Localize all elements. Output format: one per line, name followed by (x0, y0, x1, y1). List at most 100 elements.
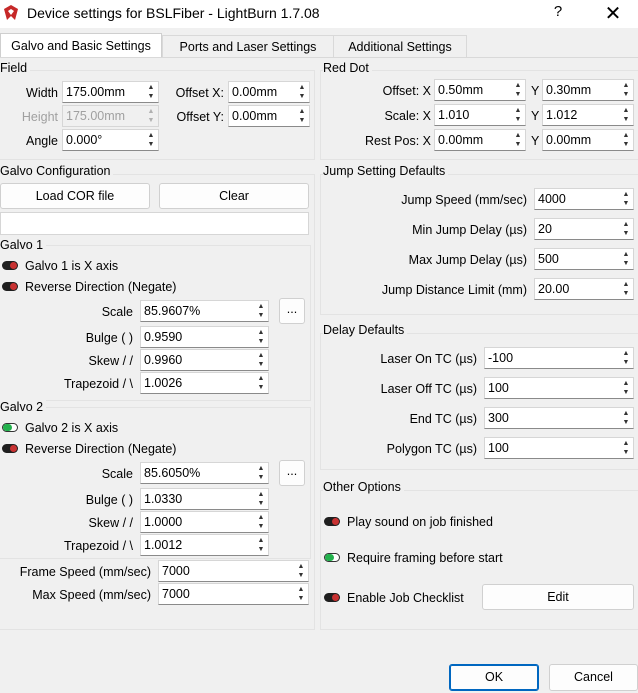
tab-ports-laser[interactable]: Ports and Laser Settings (162, 35, 334, 58)
rd-rest-label: Rest Pos: X (365, 134, 431, 148)
laser-off-tc-spinbox[interactable]: 100 ▲ ▼ (484, 377, 634, 399)
end-tc-spinbox[interactable]: 300 ▲ ▼ (484, 407, 634, 429)
spin-arrows-icon[interactable]: ▲ ▼ (255, 351, 267, 369)
delay-title: Delay Defaults (323, 323, 408, 337)
galvo2-trapezoid-spinbox[interactable]: 1.0012 ▲ ▼ (140, 534, 269, 556)
spin-arrows-icon[interactable]: ▲ ▼ (296, 83, 308, 101)
height-value: 175.00mm (66, 109, 126, 123)
spin-arrows-icon[interactable]: ▲ ▼ (620, 349, 632, 367)
spin-arrows-icon[interactable]: ▲ ▼ (145, 131, 157, 149)
spin-arrows-icon[interactable]: ▲ ▼ (620, 379, 632, 397)
tab-galvo-basic[interactable]: Galvo and Basic Settings (0, 33, 162, 58)
galvo2-bulge-label: Bulge ( ) (85, 493, 133, 507)
spin-arrows-icon[interactable]: ▲ ▼ (255, 464, 267, 482)
spin-arrows-icon[interactable]: ▲ ▼ (620, 409, 632, 427)
galvo2-reverse-toggle[interactable] (2, 444, 18, 453)
spin-arrows-icon[interactable]: ▲ ▼ (620, 220, 632, 238)
max-speed-label: Max Speed (mm/sec) (32, 588, 151, 602)
frame-speed-label: Frame Speed (mm/sec) (19, 565, 151, 579)
spin-arrows-icon[interactable]: ▲ ▼ (620, 250, 632, 268)
frame-speed-spinbox[interactable]: 7000 ▲ ▼ (158, 560, 309, 582)
cor-file-path-field[interactable] (0, 212, 309, 235)
rd-offset-x-spinbox[interactable]: 0.50mm ▲ ▼ (434, 79, 526, 101)
spin-arrows-icon[interactable]: ▲ ▼ (295, 562, 307, 580)
jump-speed-value: 4000 (538, 192, 566, 206)
other-options-title: Other Options (323, 480, 404, 494)
spin-arrows-icon: ▲ ▼ (147, 108, 155, 124)
rd-rest-x-spinbox[interactable]: 0.00mm ▲ ▼ (434, 129, 526, 151)
angle-spinbox[interactable]: 0.000° ▲ ▼ (62, 129, 159, 151)
galvo1-skew-spinbox[interactable]: 0.9960 ▲ ▼ (140, 349, 269, 371)
polygon-tc-value: 100 (488, 441, 509, 455)
galvo1-trapezoid-spinbox[interactable]: 1.0026 ▲ ▼ (140, 372, 269, 394)
laser-on-tc-spinbox[interactable]: -100 ▲ ▼ (484, 347, 634, 369)
spin-arrows-icon[interactable]: ▲ ▼ (255, 374, 267, 392)
spin-arrows-icon[interactable]: ▲ ▼ (620, 280, 632, 298)
spin-arrows-icon[interactable]: ▲ ▼ (620, 106, 632, 124)
ok-button[interactable]: OK (449, 664, 539, 691)
spin-arrows-icon[interactable]: ▲ ▼ (620, 439, 632, 457)
galvo1-reverse-toggle[interactable] (2, 282, 18, 291)
galvo1-is-x-toggle[interactable] (2, 261, 18, 270)
polygon-tc-spinbox[interactable]: 100 ▲ ▼ (484, 437, 634, 459)
job-checklist-toggle[interactable] (324, 593, 340, 602)
max-jump-delay-label: Max Jump Delay (µs) (408, 253, 527, 267)
min-jump-delay-label: Min Jump Delay (µs) (412, 223, 527, 237)
offset-y-value: 0.00mm (232, 109, 278, 123)
require-framing-toggle[interactable] (324, 553, 340, 562)
galvo2-scale-more-button[interactable]: ... (279, 460, 305, 486)
spin-arrows-icon[interactable]: ▲ ▼ (512, 106, 524, 124)
spin-arrows-icon[interactable]: ▲ ▼ (145, 83, 157, 101)
require-framing-label: Require framing before start (347, 551, 503, 565)
width-spinbox[interactable]: 175.00mm ▲ ▼ (62, 81, 159, 103)
galvo1-scale-spinbox[interactable]: 85.9607% ▲ ▼ (140, 300, 269, 322)
rd-offset-y-value: 0.30mm (546, 83, 592, 97)
rd-rest-y-spinbox[interactable]: 0.00mm ▲ ▼ (542, 129, 634, 151)
rd-scale-y-spinbox[interactable]: 1.012 ▲ ▼ (542, 104, 634, 126)
close-button[interactable]: ✕ (602, 1, 624, 26)
tab-divider (0, 57, 638, 58)
spin-arrows-icon[interactable]: ▲ ▼ (296, 107, 308, 125)
spin-arrows-icon[interactable]: ▲ ▼ (255, 513, 267, 531)
help-button[interactable]: ? (548, 3, 568, 20)
window-title: Device settings for BSLFiber - LightBurn… (27, 5, 320, 21)
max-speed-spinbox[interactable]: 7000 ▲ ▼ (158, 583, 309, 605)
spin-arrows-icon[interactable]: ▲ ▼ (512, 81, 524, 99)
jump-speed-spinbox[interactable]: 4000 ▲ ▼ (534, 188, 634, 210)
width-value: 175.00mm (66, 85, 126, 99)
galvo1-bulge-value: 0.9590 (144, 330, 183, 344)
spin-arrows-icon[interactable]: ▲ ▼ (255, 536, 267, 554)
offset-x-spinbox[interactable]: 0.00mm ▲ ▼ (228, 81, 310, 103)
galvo2-title: Galvo 2 (0, 400, 47, 414)
spin-arrows-icon[interactable]: ▲ ▼ (620, 81, 632, 99)
offset-y-spinbox[interactable]: 0.00mm ▲ ▼ (228, 105, 310, 127)
galvo2-scale-spinbox[interactable]: 85.6050% ▲ ▼ (140, 462, 269, 484)
tab-additional[interactable]: Additional Settings (333, 35, 467, 58)
spin-arrows-icon[interactable]: ▲ ▼ (512, 131, 524, 149)
spin-arrows-icon[interactable]: ▲ ▼ (620, 190, 632, 208)
play-sound-toggle[interactable] (324, 517, 340, 526)
galvo2-bulge-value: 1.0330 (144, 492, 183, 506)
galvo2-bulge-spinbox[interactable]: 1.0330 ▲ ▼ (140, 488, 269, 510)
rd-offset-y-spinbox[interactable]: 0.30mm ▲ ▼ (542, 79, 634, 101)
galvo2-is-x-toggle[interactable] (2, 423, 18, 432)
clear-button[interactable]: Clear (159, 183, 309, 209)
galvo1-scale-more-button[interactable]: ... (279, 298, 305, 324)
edit-checklist-button[interactable]: Edit (482, 584, 634, 610)
min-jump-delay-spinbox[interactable]: 20 ▲ ▼ (534, 218, 634, 240)
load-cor-button[interactable]: Load COR file (0, 183, 150, 209)
jump-distance-limit-spinbox[interactable]: 20.00 ▲ ▼ (534, 278, 634, 300)
cancel-button[interactable]: Cancel (549, 664, 638, 691)
rd-rest-y-value: 0.00mm (546, 133, 592, 147)
spin-arrows-icon[interactable]: ▲ ▼ (255, 328, 267, 346)
spin-arrows-icon[interactable]: ▲ ▼ (255, 490, 267, 508)
galvo1-bulge-spinbox[interactable]: 0.9590 ▲ ▼ (140, 326, 269, 348)
galvo2-skew-spinbox[interactable]: 1.0000 ▲ ▼ (140, 511, 269, 533)
spin-arrows-icon[interactable]: ▲ ▼ (255, 302, 267, 320)
max-jump-delay-spinbox[interactable]: 500 ▲ ▼ (534, 248, 634, 270)
galvo1-trapezoid-value: 1.0026 (144, 376, 183, 390)
spin-arrows-icon[interactable]: ▲ ▼ (620, 131, 632, 149)
spin-arrows-icon[interactable]: ▲ ▼ (295, 585, 307, 603)
rd-scale-x-spinbox[interactable]: 1.010 ▲ ▼ (434, 104, 526, 126)
job-checklist-label: Enable Job Checklist (347, 591, 464, 605)
